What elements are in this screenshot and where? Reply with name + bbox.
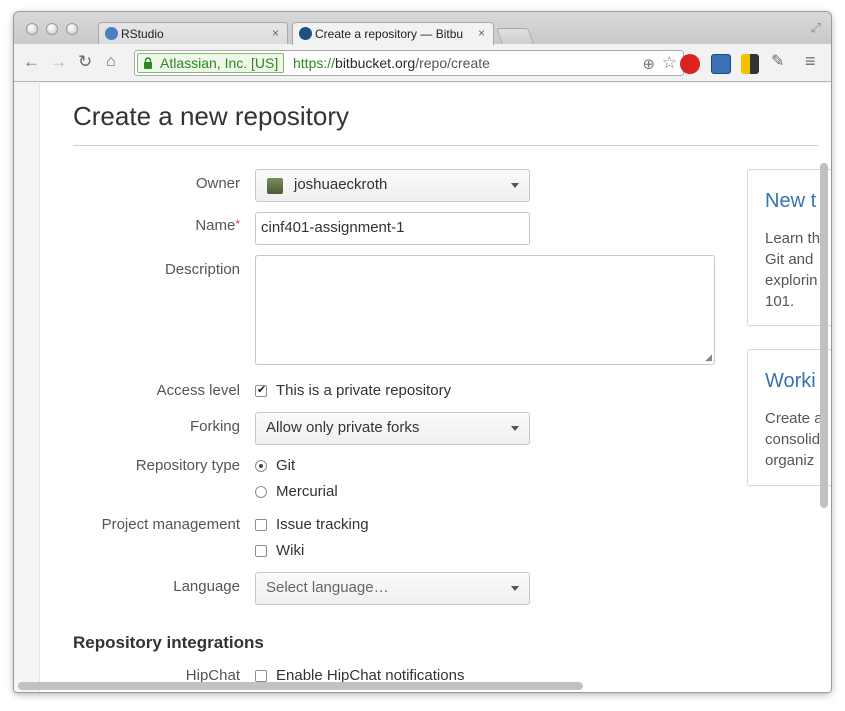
- git-option[interactable]: Git: [276, 457, 295, 474]
- page-title: Create a new repository: [73, 101, 350, 131]
- name-input[interactable]: cinf401-assignment-1: [255, 212, 530, 245]
- address-bar[interactable]: Atlassian, Inc. [US] https://bitbucket.o…: [134, 50, 684, 76]
- tab-label: RStudio: [121, 27, 164, 41]
- mercurial-option[interactable]: Mercurial: [276, 483, 338, 500]
- forward-arrow-icon[interactable]: →: [50, 53, 67, 70]
- owner-select[interactable]: joshuaeckroth: [255, 169, 530, 202]
- hipchat-checkbox[interactable]: [255, 670, 267, 682]
- new-tab-button[interactable]: [496, 28, 534, 44]
- page-content: Create a new repository Owner joshuaeckr…: [39, 83, 831, 692]
- vertical-scrollbar[interactable]: [820, 163, 828, 508]
- zoom-icon[interactable]: ⊕: [642, 53, 655, 77]
- checkmark-icon: ✔: [257, 384, 267, 396]
- url-scheme: https://: [293, 55, 336, 71]
- close-tab-icon[interactable]: ×: [474, 26, 485, 40]
- wiki-option[interactable]: Wiki: [276, 542, 304, 559]
- repository-type-label: Repository type: [135, 457, 240, 474]
- tab-rstudio[interactable]: RStudio ×: [98, 22, 288, 45]
- rstudio-favicon-icon: [105, 27, 118, 40]
- url-text[interactable]: https://bitbucket.org/repo/create: [293, 51, 490, 75]
- chevron-down-icon: [511, 586, 519, 591]
- bitbucket-favicon-icon: [299, 27, 312, 40]
- close-window-button[interactable]: [26, 23, 38, 35]
- phone-extension-icon[interactable]: [741, 54, 759, 74]
- issue-tracking-checkbox[interactable]: [255, 519, 267, 531]
- tab-label: Create a repository — Bitbu: [315, 27, 464, 41]
- security-badge[interactable]: Atlassian, Inc. [US]: [137, 53, 285, 73]
- horizontal-scrollbar[interactable]: [18, 682, 583, 690]
- project-management-label: Project management: [101, 516, 240, 533]
- fullscreen-icon[interactable]: ⤢: [811, 20, 821, 36]
- side-card-title[interactable]: New t: [765, 190, 816, 213]
- language-label: Language: [173, 578, 240, 595]
- owner-avatar: [267, 178, 283, 194]
- integrations-heading: Repository integrations: [73, 633, 264, 652]
- private-repo-checkbox[interactable]: ✔: [255, 384, 267, 397]
- owner-label: Owner: [195, 175, 240, 192]
- git-radio[interactable]: [255, 460, 267, 472]
- url-host: bitbucket.org: [335, 55, 416, 71]
- side-card-working: Worki Create a consolid organiz: [747, 349, 831, 486]
- side-card-title[interactable]: Worki: [765, 370, 816, 393]
- tab-create-repository[interactable]: Create a repository — Bitbu ×: [292, 22, 494, 45]
- name-label: Name*: [40, 217, 240, 234]
- minimize-window-button[interactable]: [46, 23, 58, 35]
- lock-icon: [144, 57, 152, 69]
- browser-toolbar: ← → ↻ ⌂ Atlassian, Inc. [US] https://bit…: [14, 44, 831, 82]
- owner-value: joshuaeckroth: [294, 176, 388, 193]
- back-arrow-icon[interactable]: ←: [23, 53, 40, 70]
- forking-value: Allow only private forks: [266, 419, 420, 436]
- title-divider: [73, 145, 818, 146]
- forking-select[interactable]: Allow only private forks: [255, 412, 530, 445]
- name-label-text: Name: [195, 217, 236, 234]
- home-icon[interactable]: ⌂: [106, 53, 116, 70]
- reload-icon[interactable]: ↻: [78, 53, 92, 70]
- resize-grip-icon[interactable]: ◢: [705, 353, 712, 362]
- close-tab-icon[interactable]: ×: [272, 26, 279, 40]
- wiki-checkbox[interactable]: [255, 545, 267, 557]
- radio-selected-dot: [259, 464, 263, 468]
- pin-extension-icon[interactable]: ✎: [771, 53, 784, 70]
- description-textarea[interactable]: ◢: [255, 255, 715, 365]
- tab-strip: RStudio × Create a repository — Bitbu × …: [14, 12, 831, 45]
- description-label: Description: [164, 261, 240, 278]
- mercurial-radio[interactable]: [255, 486, 267, 498]
- url-path: /repo/create: [415, 55, 490, 71]
- access-level-label: Access level: [156, 382, 240, 399]
- chevron-down-icon: [511, 426, 519, 431]
- page-viewport: Create a new repository Owner joshuaeckr…: [14, 83, 831, 692]
- chevron-down-icon: [511, 183, 519, 188]
- menu-icon[interactable]: ≡: [805, 52, 816, 70]
- bookmark-extension-icon[interactable]: [711, 54, 731, 74]
- security-badge-label: Atlassian, Inc. [US]: [160, 55, 279, 71]
- issue-tracking-option[interactable]: Issue tracking: [276, 516, 369, 533]
- private-repo-option[interactable]: This is a private repository: [276, 382, 451, 399]
- forking-label: Forking: [189, 418, 240, 435]
- star-icon[interactable]: ☆: [662, 51, 677, 75]
- language-select[interactable]: Select language…: [255, 572, 530, 605]
- browser-window: RStudio × Create a repository — Bitbu × …: [14, 12, 831, 692]
- adblock-extension-icon[interactable]: [680, 54, 700, 74]
- zoom-window-button[interactable]: [66, 23, 78, 35]
- side-card-new: New t Learn th Git and explorin 101.: [747, 169, 831, 326]
- language-placeholder: Select language…: [266, 579, 389, 596]
- required-marker: *: [235, 217, 240, 231]
